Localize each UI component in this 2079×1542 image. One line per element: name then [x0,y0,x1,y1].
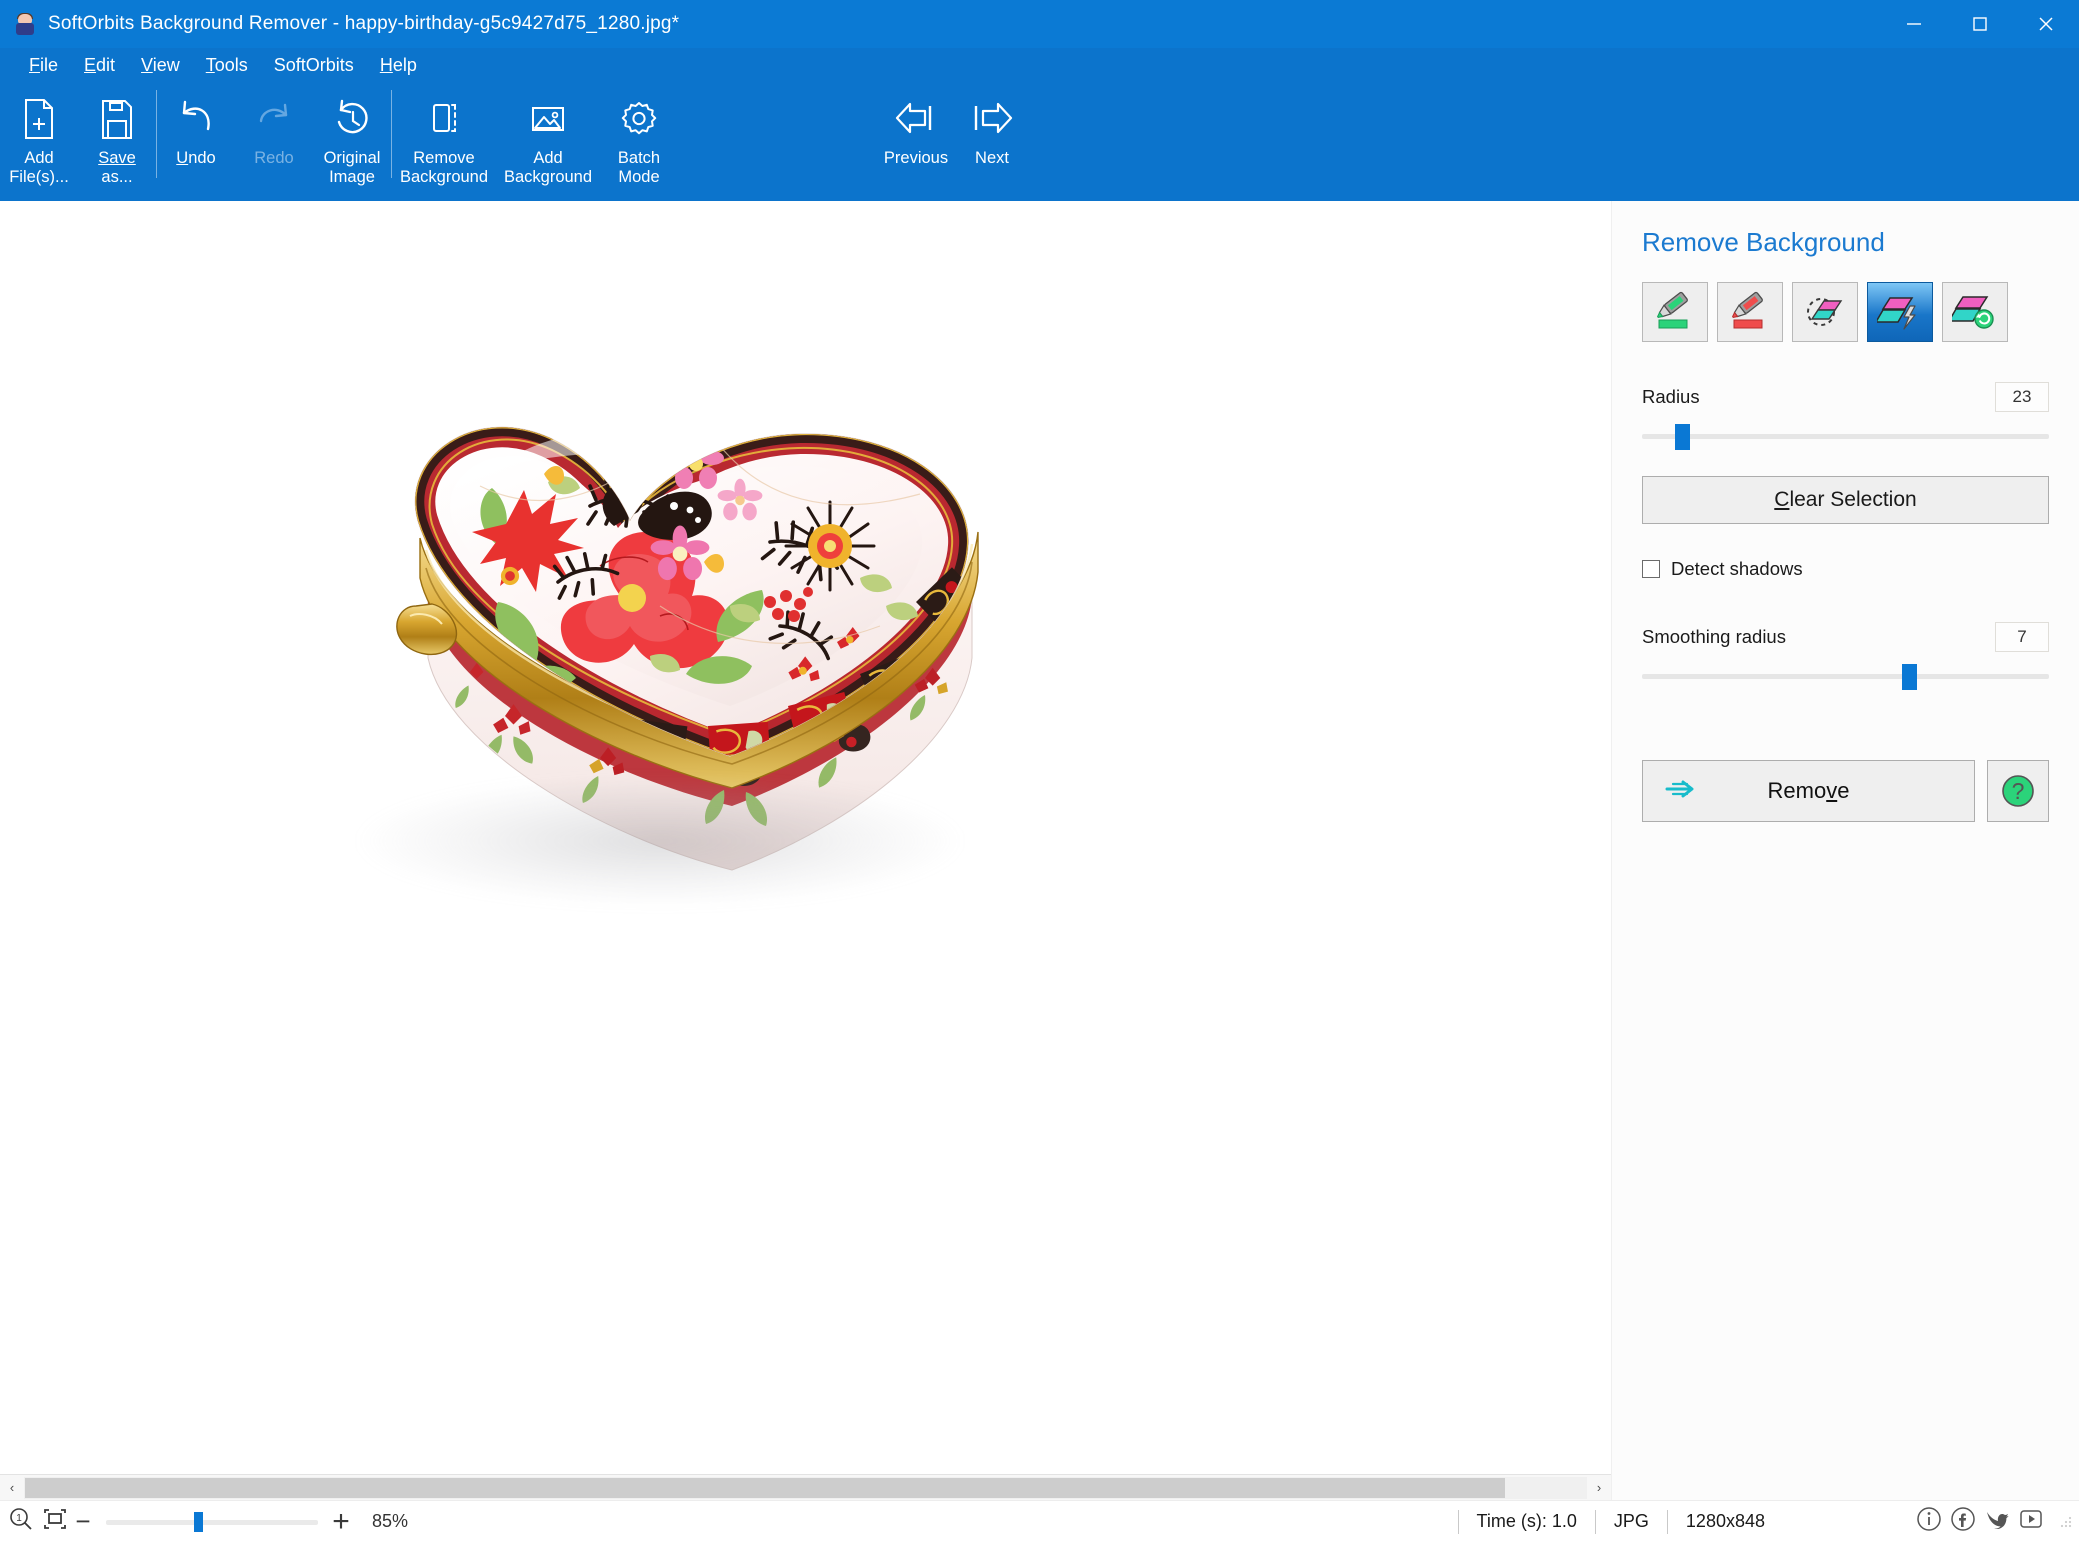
close-button[interactable] [2013,0,2079,48]
window-title: SoftOrbits Background Remover - happy-bi… [48,13,680,34]
restore-background-icon [1952,296,1994,329]
zoom-slider[interactable] [106,1510,318,1534]
radius-value[interactable]: 23 [1995,382,2049,412]
ribbon-toolbar: Add File(s)... Save as... Undo Redo Orig… [0,82,2079,201]
next-arrow-icon [968,92,1016,146]
facebook-icon[interactable] [1949,1505,1977,1538]
smoothing-radius-label: Smoothing radius [1642,626,1786,647]
svg-text:1: 1 [16,1513,22,1524]
keep-marker-tool-button[interactable] [1642,282,1708,342]
resize-grip[interactable] [2059,1515,2073,1529]
restore-background-tool-button[interactable] [1942,282,2008,342]
status-divider [1457,1509,1459,1534]
image-dimensions-label: 1280x848 [1685,1511,1765,1531]
radius-slider-track [1642,434,2049,439]
history-clock-icon [330,92,374,146]
app-icon [14,13,36,35]
scroll-right-arrow[interactable]: › [1587,1480,1611,1495]
previous-button[interactable]: Previous [878,82,954,194]
menu-item-help[interactable]: Help [367,52,430,79]
batch-mode-button[interactable]: Batch Mode [600,82,678,194]
question-mark-icon: ? [2002,775,2034,807]
remove-background-button[interactable]: Remove Background [392,82,496,194]
detect-shadows-label: Detect shadows [1671,558,1803,579]
menu-item-view[interactable]: View [128,52,193,79]
radius-row: Radius 23 [1642,382,2049,412]
green-marker-icon [1657,291,1688,329]
help-button[interactable]: ? [1987,760,2049,822]
twitter-icon[interactable] [1983,1505,2011,1538]
navigation-group: Previous Next [878,82,1030,194]
horizontal-scrollbar[interactable]: ‹ › [0,1474,1611,1500]
add-background-button[interactable]: Add Background [496,82,600,194]
clear-selection-button[interactable]: Clear Selection [1642,476,2049,524]
image-icon [526,92,570,146]
smoothing-radius-slider[interactable] [1642,662,2049,690]
status-divider [1666,1509,1668,1534]
remove-marker-tool-button[interactable] [1717,282,1783,342]
panel-title: Remove Background [1642,227,1885,257]
info-icon[interactable] [1915,1505,1943,1538]
minimize-button[interactable] [1881,0,1947,48]
redo-icon [252,92,296,146]
zoom-percent-label: 85% [372,1511,409,1531]
radius-slider[interactable] [1642,422,2049,450]
red-marker-icon [1732,291,1763,329]
save-icon [97,92,137,146]
add-file-icon [19,92,59,146]
image-canvas[interactable] [0,201,1611,1474]
undo-icon [174,92,218,146]
smoothing-radius-value[interactable]: 7 [1995,622,2049,652]
youtube-icon[interactable] [2017,1505,2045,1538]
auto-remove-tool-button[interactable] [1867,282,1933,342]
menu-bar: File Edit View Tools SoftOrbits Help [0,48,2079,82]
menu-item-edit[interactable]: Edit [71,52,128,79]
radius-slider-thumb[interactable] [1674,424,1690,450]
remove-background-panel: Remove Background Radius 23 Clear Select… [1611,201,2079,1500]
dashed-selection-icon [1807,298,1843,326]
original-image-button[interactable]: Original Image [313,82,391,194]
zoom-slider-thumb[interactable] [194,1511,203,1532]
scroll-thumb[interactable] [25,1477,1505,1498]
scroll-track[interactable] [24,1476,1587,1499]
menu-item-tools[interactable]: Tools [193,52,261,79]
auto-remove-icon [1877,297,1916,330]
scroll-left-arrow[interactable]: ‹ [0,1480,24,1495]
status-divider [1594,1509,1596,1534]
image-drop-shadow [360,776,960,906]
social-links [1915,1505,2045,1538]
zoom-actual-size-icon[interactable]: 1 [8,1506,34,1537]
svg-text:?: ? [2012,778,2025,804]
image-preview [300,306,1060,926]
redo-button[interactable]: Redo [235,82,313,194]
magic-wand-selection-tool-button[interactable] [1792,282,1858,342]
gear-icon [617,92,661,146]
smoothing-slider-thumb[interactable] [1902,664,1918,690]
save-as-button[interactable]: Save as... [78,82,156,194]
smoothing-radius-row: Smoothing radius 7 [1642,622,2049,652]
remove-action-row: Remove ? [1642,760,2049,822]
smoothing-slider-track [1642,674,2049,679]
processing-time-label: Time (s): 1.0 [1476,1511,1577,1531]
title-bar: SoftOrbits Background Remover - happy-bi… [0,0,2079,48]
menu-item-file[interactable]: File [16,52,71,79]
menu-item-softorbits[interactable]: SoftOrbits [261,52,367,79]
zoom-slider-track [106,1519,318,1525]
radius-label: Radius [1642,386,1700,407]
previous-arrow-icon [892,92,940,146]
maximize-button[interactable] [1947,0,2013,48]
remove-background-icon [422,92,466,146]
zoom-in-button[interactable]: + [326,1505,356,1539]
remove-button[interactable]: Remove [1642,760,1975,822]
next-button[interactable]: Next [954,82,1030,194]
undo-button[interactable]: Undo [157,82,235,194]
detect-shadows-row[interactable]: Detect shadows [1642,558,2049,580]
status-bar: 1 − + 85% Time (s): 1.0 JPG 1280x848 [0,1500,2079,1542]
tool-buttons [1642,282,2049,342]
add-files-button[interactable]: Add File(s)... [0,82,78,194]
fit-to-screen-icon[interactable] [42,1506,68,1537]
file-format-label: JPG [1613,1511,1649,1531]
zoom-out-button[interactable]: − [68,1506,98,1537]
detect-shadows-checkbox[interactable] [1642,560,1660,578]
